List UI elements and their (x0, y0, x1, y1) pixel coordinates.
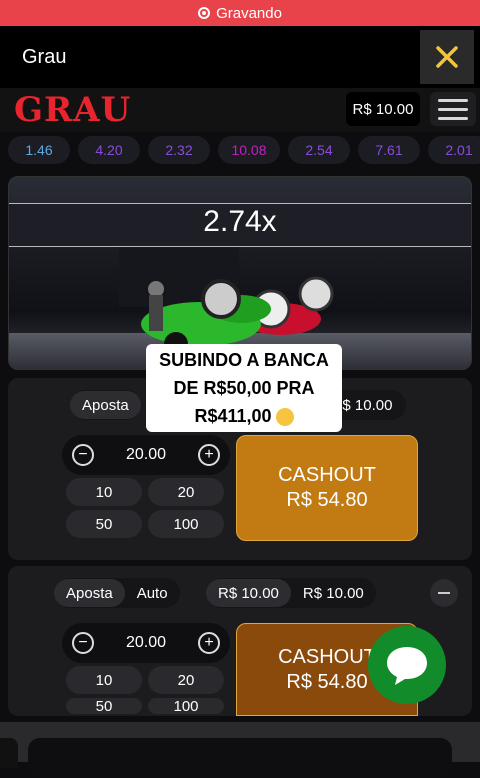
mode-tabs: Aposta Auto (54, 578, 180, 608)
cashout-amount: R$ 54.80 (286, 670, 368, 693)
plus-icon[interactable]: + (197, 444, 220, 466)
quick-amount-button[interactable]: R$ 10.00 (206, 579, 291, 607)
multiplier-pill: 2.54 (288, 136, 350, 164)
tab-auto[interactable]: Auto (125, 579, 180, 607)
promo-line-2: DE R$50,00 PRA (173, 378, 315, 398)
stake-value[interactable]: 20.00 (126, 634, 166, 652)
scream-emoji-icon (275, 408, 294, 427)
multiplier-value: 1.46 (25, 142, 53, 158)
multiplier-value: 7.61 (375, 142, 403, 158)
record-icon (198, 7, 211, 19)
multiplier-pill: 4.20 (78, 136, 140, 164)
quick-bet-100[interactable]: 100 (148, 510, 224, 538)
message-input[interactable] (28, 738, 452, 778)
quick-bet-50[interactable]: 50 (66, 698, 142, 714)
cashout-button[interactable]: CASHOUT R$ 54.80 (236, 435, 418, 541)
multiplier-history: 1.46 4.20 2.32 10.08 2.54 7.61 2.01 (0, 136, 480, 170)
plus-icon[interactable]: + (197, 632, 220, 654)
multiplier-pill: 1.46 (8, 136, 70, 164)
quick-amount-group: R$ 10.00 R$ 10.00 (206, 578, 376, 608)
stake-stepper[interactable]: − 20.00 + (62, 623, 230, 663)
quick-bet-100[interactable]: 100 (148, 698, 224, 714)
promo-line-1: SUBINDO A BANCA (159, 350, 329, 370)
game-canvas: 2.74x (8, 176, 472, 370)
recording-status-bar: Gravando (0, 0, 480, 26)
tab-aposta[interactable]: Aposta (70, 391, 141, 419)
quick-bet-20[interactable]: 20 (148, 666, 224, 694)
recording-label: Gravando (216, 4, 282, 22)
minus-icon (438, 592, 450, 594)
quick-bet-10[interactable]: 10 (66, 666, 142, 694)
multiplier-value: 10.08 (231, 142, 267, 158)
multiplier-value: 4.20 (95, 142, 123, 158)
multiplier-value: 2.32 (165, 142, 193, 158)
hamburger-icon (438, 98, 468, 102)
quick-bet-20[interactable]: 20 (148, 478, 224, 506)
cashout-label: CASHOUT (278, 645, 376, 668)
stake-value[interactable]: 20.00 (126, 446, 166, 464)
balance-display: R$ 10.00 (346, 92, 420, 126)
close-button[interactable] (420, 30, 474, 84)
multiplier-pill: 2.32 (148, 136, 210, 164)
app-logo: GRAU (14, 90, 132, 130)
quick-bet-10[interactable]: 10 (66, 478, 142, 506)
current-multiplier: 2.74x (203, 205, 277, 238)
promo-caption: SUBINDO A BANCA DE R$50,00 PRA R$411,00 (146, 344, 342, 432)
mode-tabs: Aposta (70, 390, 141, 420)
stake-stepper[interactable]: − 20.00 + (62, 435, 230, 475)
window-bar: Grau (0, 26, 480, 88)
minus-icon[interactable]: − (72, 444, 94, 466)
cashout-amount: R$ 54.80 (286, 489, 368, 511)
quick-bet-50[interactable]: 50 (66, 510, 142, 538)
app-header: GRAU R$ 10.00 (0, 88, 480, 132)
bottom-left-control[interactable] (0, 738, 18, 768)
quick-amount-button[interactable]: R$ 10.00 (291, 579, 376, 607)
multiplier-pill: 10.08 (218, 136, 280, 164)
promo-line-3: R$411,00 (194, 406, 272, 426)
menu-button[interactable] (430, 92, 476, 126)
chat-bubble-icon (387, 647, 427, 685)
multiplier-value: 2.01 (445, 142, 473, 158)
minus-icon[interactable]: − (72, 632, 94, 654)
tab-aposta[interactable]: Aposta (54, 579, 125, 607)
multiplier-value: 2.54 (305, 142, 333, 158)
multiplier-pill: 7.61 (358, 136, 420, 164)
cashout-label: CASHOUT (278, 464, 376, 486)
multiplier-pill: 2.01 (428, 136, 480, 164)
chat-button[interactable] (368, 626, 446, 704)
close-icon (436, 46, 458, 68)
remove-panel-button[interactable] (430, 579, 458, 607)
window-title: Grau (22, 46, 67, 68)
bottom-bar (0, 722, 480, 778)
